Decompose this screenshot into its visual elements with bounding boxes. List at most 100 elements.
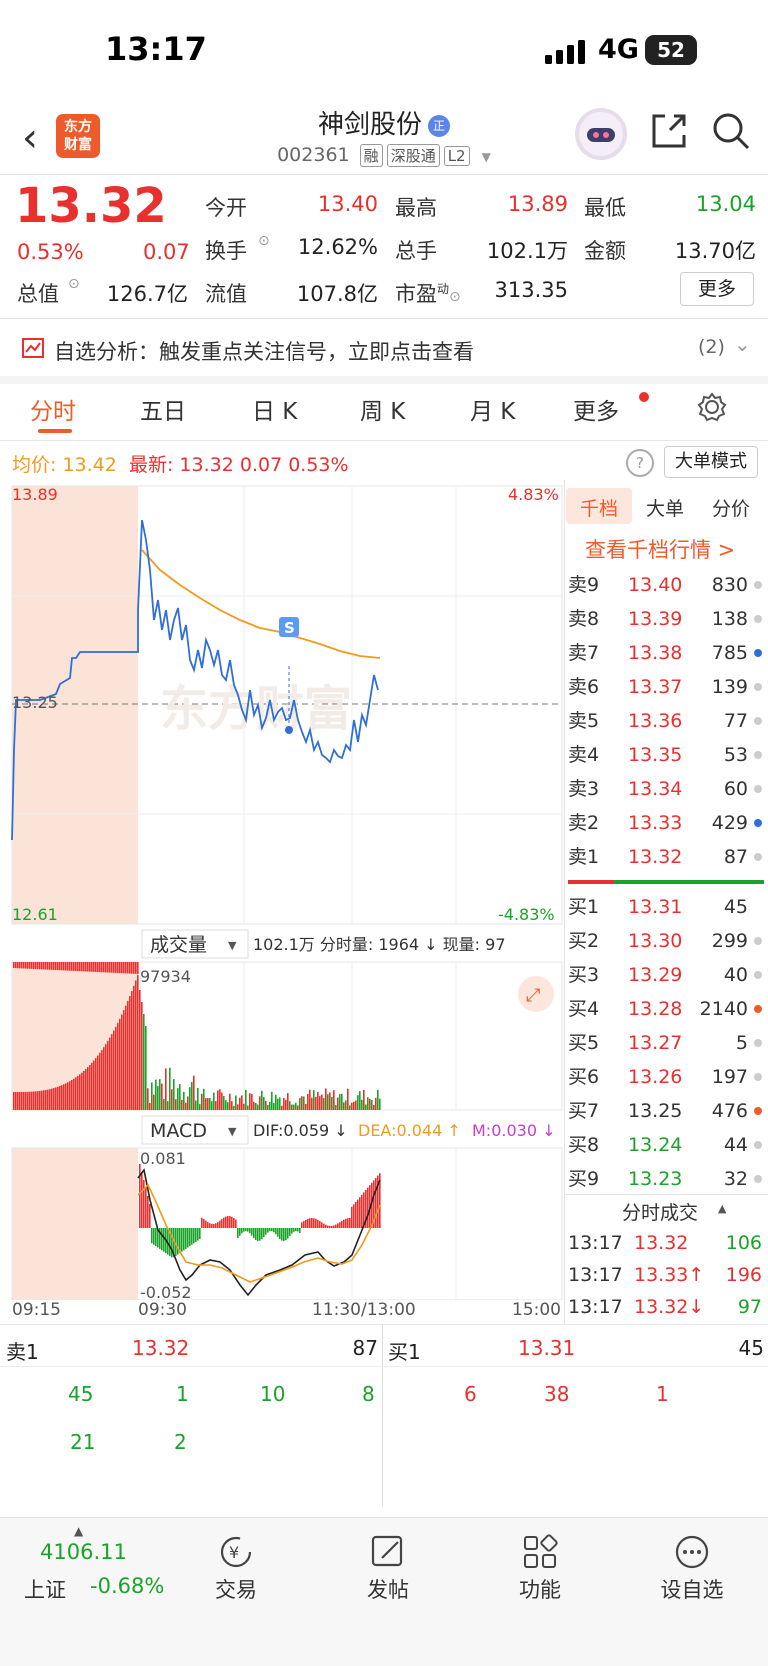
macd-bar	[229, 1216, 231, 1228]
volume-bar	[307, 1094, 309, 1110]
info-dots-icon[interactable]: ⊙	[449, 289, 461, 305]
ask-row[interactable]: 卖4 13.35 53	[566, 738, 766, 772]
tab-more[interactable]: 更多	[573, 392, 619, 426]
macd-bar	[287, 1228, 289, 1239]
macd-bar	[273, 1228, 275, 1233]
index-pct[interactable]: -0.68%	[90, 1574, 164, 1598]
post-icon[interactable]	[370, 1534, 406, 1570]
macd-bar	[303, 1221, 305, 1228]
bid-row[interactable]: 买5 13.27 5	[566, 1026, 766, 1060]
ask-row[interactable]: 卖7 13.38 785	[566, 636, 766, 670]
macd-bar	[183, 1228, 185, 1251]
macd-bar	[291, 1228, 293, 1234]
macd-bar	[269, 1228, 271, 1232]
bid-price: 13.26	[628, 1066, 683, 1088]
volume-bar	[25, 1091, 27, 1110]
volume-bar	[91, 1062, 93, 1110]
ask-row[interactable]: 卖5 13.36 77	[566, 704, 766, 738]
trades-title[interactable]: 分时成交	[622, 1198, 698, 1225]
functions-icon[interactable]	[522, 1534, 558, 1570]
nav-add-watchlist[interactable]: 设自选	[642, 1574, 742, 1604]
big-order-mode-button[interactable]: 大单模式	[664, 446, 758, 478]
tab-price-distribution[interactable]: 分价	[712, 494, 750, 521]
tab-big-orders[interactable]: 大单	[646, 494, 684, 521]
bid-price: 13.31	[628, 896, 683, 918]
volume-bar	[13, 1092, 15, 1110]
share-icon[interactable]	[650, 112, 688, 150]
bid-row[interactable]: 买4 13.28 2140	[566, 992, 766, 1026]
bid-row[interactable]: 买8 13.24 44	[566, 1128, 766, 1162]
info-dots-icon[interactable]: ⊙	[258, 233, 270, 249]
chevron-down-icon[interactable]: ▼	[482, 150, 491, 164]
volume-bar	[69, 962, 71, 971]
bid-price: 13.29	[628, 964, 683, 986]
bid-row[interactable]: 买3 13.29 40	[566, 958, 766, 992]
bid-label: 买5	[568, 1032, 600, 1054]
ask-row[interactable]: 卖9 13.40 830	[566, 568, 766, 602]
macd-bar	[207, 1222, 209, 1228]
pct-axis-bottom: -4.83%	[498, 905, 555, 924]
intraday-chart-panel[interactable]: 东方财富 S 13.89 4.83% 13.25 12.61 -4.83% 成交…	[0, 480, 566, 1300]
time-axis-open: 09:15	[12, 1300, 61, 1320]
volume-bar	[167, 1101, 169, 1110]
bid-row[interactable]: 买2 13.30 299	[566, 924, 766, 958]
index-name[interactable]: 上证	[24, 1574, 66, 1604]
nav-trade[interactable]: 交易	[186, 1574, 286, 1604]
expand-icon: ⤢	[526, 985, 541, 1006]
more-button[interactable]: 更多	[680, 272, 754, 306]
macd-bar	[199, 1228, 201, 1240]
volume-bar	[75, 962, 77, 971]
tab-weekly-k[interactable]: 周 K	[360, 392, 405, 426]
volume-bar	[39, 1090, 41, 1110]
volume-bar	[15, 962, 17, 969]
notification-dot	[639, 392, 649, 402]
analysis-banner[interactable]: 自选分析：触发重点关注信号，立即点击查看 (2) ⌄	[0, 320, 768, 376]
assistant-avatar[interactable]	[575, 108, 627, 160]
ask-row[interactable]: 卖1 13.32 87	[566, 840, 766, 874]
macd-bar	[257, 1228, 259, 1241]
volume-bar	[149, 1102, 151, 1110]
ask-row[interactable]: 卖2 13.33 429	[566, 806, 766, 840]
trade-icon[interactable]: ¥	[218, 1534, 254, 1570]
macd-bar	[249, 1228, 251, 1234]
ask-dot	[754, 751, 762, 759]
ask-row[interactable]: 卖8 13.39 138	[566, 602, 766, 636]
volume-bar	[105, 962, 107, 973]
tab-five-day[interactable]: 五日	[140, 392, 186, 426]
search-icon[interactable]	[712, 112, 750, 150]
more-dots-icon[interactable]	[674, 1534, 710, 1570]
bid-row[interactable]: 买9 13.23 32	[566, 1162, 766, 1196]
ask-row[interactable]: 卖6 13.37 139	[566, 670, 766, 704]
macd-bar	[245, 1228, 247, 1232]
macd-bar	[217, 1222, 219, 1228]
bid-row[interactable]: 买6 13.26 197	[566, 1060, 766, 1094]
volume-bar	[65, 1083, 67, 1110]
volume-bar	[309, 1089, 311, 1110]
ask-label: 卖1	[568, 846, 600, 868]
nav-post[interactable]: 发帖	[338, 1574, 438, 1604]
macd-bar	[353, 1204, 355, 1228]
view-depth-link[interactable]: 查看千档行情 >	[585, 534, 735, 564]
volume-bar	[71, 962, 73, 971]
bid-row[interactable]: 买7 13.25 476	[566, 1094, 766, 1128]
volume-bar	[95, 962, 97, 972]
macd-bar	[349, 1218, 351, 1228]
tab-intraday[interactable]: 分时	[30, 392, 76, 426]
gear-icon[interactable]	[697, 392, 727, 422]
index-value[interactable]: 4106.11	[40, 1540, 127, 1564]
nav-functions[interactable]: 功能	[490, 1574, 590, 1604]
svg-text:¥: ¥	[229, 1543, 239, 1562]
info-dots-icon[interactable]: ⊙	[68, 276, 80, 292]
volume-bar	[313, 1090, 315, 1110]
macd-bar	[187, 1228, 189, 1248]
tab-monthly-k[interactable]: 月 K	[470, 392, 515, 426]
help-icon[interactable]: ?	[626, 449, 654, 477]
bid-row[interactable]: 买1 13.31 45	[566, 890, 766, 924]
tab-daily-k[interactable]: 日 K	[252, 392, 297, 426]
ask-row[interactable]: 卖3 13.34 60	[566, 772, 766, 806]
float-value: 107.8亿	[296, 282, 378, 306]
tab-order-depth[interactable]: 千档	[580, 494, 618, 521]
volume-value: 102.1万	[486, 239, 568, 263]
volume-bar	[209, 1097, 211, 1110]
volume-bar	[137, 974, 139, 1110]
